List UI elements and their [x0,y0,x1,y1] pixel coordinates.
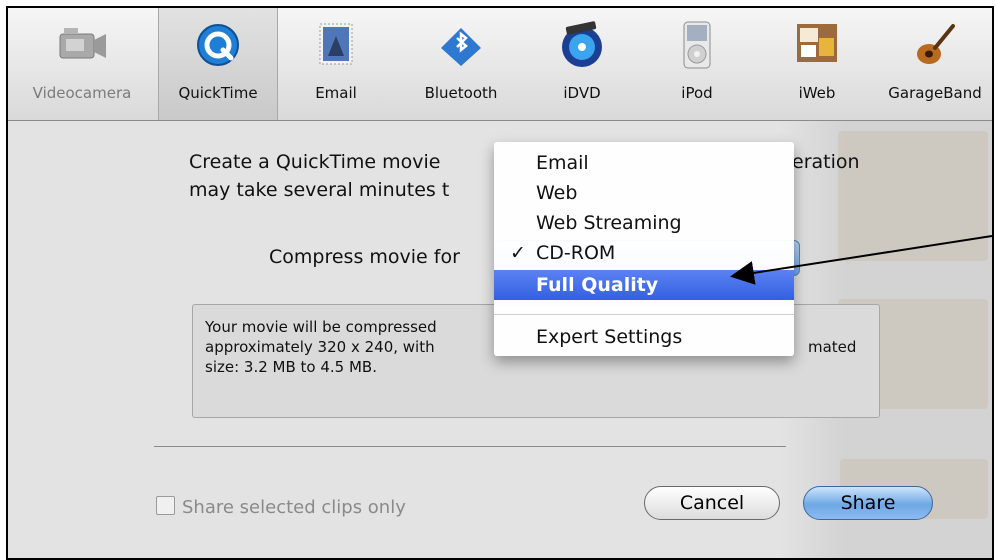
share-dialog-window: Videocamera QuickTime Email Bluetooth iD… [6,6,994,560]
annotation-arrow [730,235,992,285]
